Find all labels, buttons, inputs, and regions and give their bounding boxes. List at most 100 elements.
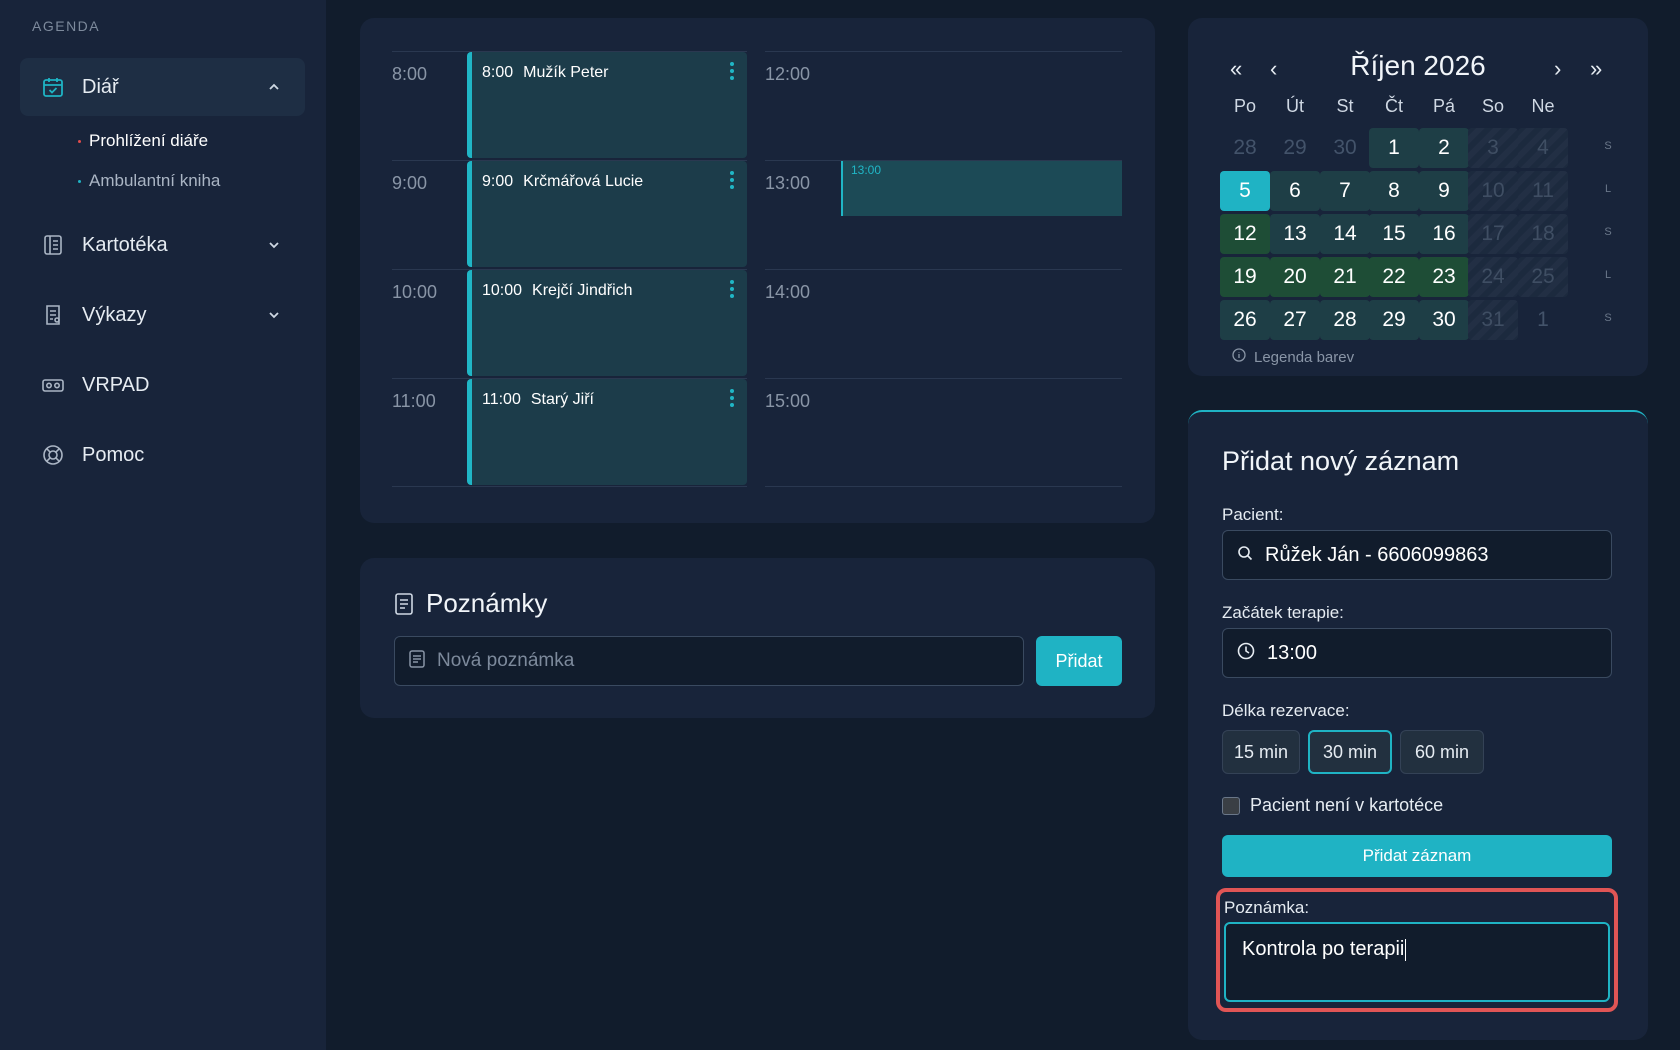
kebab-menu-icon[interactable] <box>729 60 735 82</box>
appointment-card[interactable]: 8:00 Mužík Peter <box>467 52 747 158</box>
vr-headset-icon <box>40 372 66 398</box>
hour-label: 8:00 <box>392 64 428 84</box>
chevron-up-icon <box>267 80 281 94</box>
sidebar-item-vykazy[interactable]: Výkazy <box>20 286 305 344</box>
calendar-month-title: Říjen 2026 <box>1350 50 1486 81</box>
chevron-down-icon <box>267 308 281 322</box>
calendar-day[interactable]: 29 <box>1369 300 1419 340</box>
duration-30-button[interactable]: 30 min <box>1308 730 1392 774</box>
sidebar-item-diar[interactable]: Diář <box>20 58 305 116</box>
sidebar-item-kartoteka[interactable]: Kartotéka <box>20 216 305 274</box>
weekday-header: Po <box>1233 96 1257 116</box>
calendar-day[interactable]: 22 <box>1369 257 1419 297</box>
patient-field[interactable]: Růžek Ján - 6606099863 <box>1222 530 1612 580</box>
hour-label: 12:00 <box>765 64 811 84</box>
chevron-down-icon <box>267 238 281 252</box>
memo-label: Poznámka: <box>1224 898 1310 917</box>
section-label: AGENDA <box>32 18 101 34</box>
calendar-day[interactable]: 28 <box>1320 300 1370 340</box>
duration-60-button[interactable]: 60 min <box>1400 730 1484 774</box>
new-note-input[interactable] <box>437 650 997 672</box>
appointment-card[interactable]: 10:00 Krejčí Jindřich <box>467 270 747 376</box>
sidebar-item-label: Pomoc <box>82 443 145 466</box>
color-legend-link[interactable]: Legenda barev <box>1232 348 1354 366</box>
appointment-time: 8:00 <box>482 64 514 81</box>
new-note-field[interactable] <box>394 636 1024 686</box>
appointment-patient: Krčmářová Lucie <box>523 173 644 190</box>
weekday-header: St <box>1336 96 1354 116</box>
calendar-day[interactable]: 30 <box>1419 300 1469 340</box>
calendar-day[interactable]: 8 <box>1369 171 1419 211</box>
weekday-header: So <box>1481 96 1505 116</box>
sidebar-subitem-label: Ambulantní kniha <box>89 171 221 190</box>
hour-row[interactable]: 14:00 <box>765 269 1122 378</box>
calendar-day[interactable]: 23 <box>1419 257 1469 297</box>
calendar-day[interactable]: 15 <box>1369 214 1419 254</box>
calendar-day[interactable]: 1 <box>1518 300 1568 340</box>
start-time-field[interactable]: 13:00 <box>1222 628 1612 678</box>
next-year-button[interactable]: » <box>1590 56 1602 82</box>
calendar-day[interactable]: 19 <box>1220 257 1270 297</box>
hour-row[interactable]: 15:00 <box>765 378 1122 487</box>
calendar-day[interactable]: 28 <box>1220 128 1270 168</box>
calendar-day[interactable]: 10 <box>1468 171 1518 211</box>
calendar-day[interactable]: 20 <box>1270 257 1320 297</box>
calendar-day[interactable]: 11 <box>1518 171 1568 211</box>
calendar-day[interactable]: 4 <box>1518 128 1568 168</box>
kebab-menu-icon[interactable] <box>729 169 735 191</box>
calendar-day[interactable]: 9 <box>1419 171 1469 211</box>
calendar-day[interactable]: 14 <box>1320 214 1370 254</box>
calendar-day[interactable]: 18 <box>1518 214 1568 254</box>
calendar-day[interactable]: 1 <box>1369 128 1419 168</box>
memo-text: Kontrola po terapii <box>1242 938 1405 960</box>
info-icon <box>1232 348 1246 366</box>
duration-15-button[interactable]: 15 min <box>1222 730 1300 774</box>
next-month-button[interactable]: › <box>1554 56 1561 82</box>
bullet-dot <box>78 139 81 143</box>
appointment-time: 10:00 <box>482 282 523 299</box>
start-label: Začátek terapie: <box>1222 603 1344 622</box>
hour-row[interactable]: 12:00 <box>765 51 1122 160</box>
calendar-day[interactable]: 17 <box>1468 214 1518 254</box>
schedule-panel: 8:00 9:00 10:00 11:00 12:00 13:00 14:00 … <box>360 18 1155 523</box>
calendar-day[interactable]: 25 <box>1518 257 1568 297</box>
sidebar-item-label: Diář <box>82 75 119 98</box>
calendar-day[interactable]: 13 <box>1270 214 1320 254</box>
calendar-day[interactable]: 7 <box>1320 171 1370 211</box>
memo-highlight: Poznámka: Kontrola po terapii <box>1216 888 1618 1012</box>
hour-label: 11:00 <box>392 391 436 411</box>
add-record-form: Přidat nový záznam Pacient: Růžek Ján - … <box>1188 410 1648 1040</box>
calendar-day[interactable]: 3 <box>1468 128 1518 168</box>
calendar-day[interactable]: 16 <box>1419 214 1469 254</box>
add-note-button[interactable]: Přidat <box>1036 636 1122 686</box>
new-slot-highlight[interactable]: 13:00 <box>841 161 1122 216</box>
calendar-day[interactable]: 29 <box>1270 128 1320 168</box>
calendar-day[interactable]: 26 <box>1220 300 1270 340</box>
week-side-letter: S <box>1604 312 1612 324</box>
not-in-card-index-checkbox[interactable] <box>1222 796 1240 815</box>
kebab-menu-icon[interactable] <box>729 387 735 409</box>
calendar-day[interactable]: 5 <box>1220 171 1270 211</box>
calendar-day[interactable]: 12 <box>1220 214 1270 254</box>
sidebar-item-pomoc[interactable]: Pomoc <box>20 426 305 484</box>
add-record-button[interactable]: Přidat záznam <box>1222 835 1612 877</box>
report-icon <box>40 302 66 328</box>
memo-textarea[interactable]: Kontrola po terapii <box>1224 922 1610 1002</box>
calendar-day[interactable]: 31 <box>1468 300 1518 340</box>
calendar-day[interactable]: 24 <box>1468 257 1518 297</box>
kebab-menu-icon[interactable] <box>729 278 735 300</box>
sidebar-subitem-ambulantni-kniha[interactable]: Ambulantní kniha <box>78 171 220 191</box>
calendar-day[interactable]: 2 <box>1419 128 1469 168</box>
calendar-day[interactable]: 30 <box>1320 128 1370 168</box>
sidebar-subitem-prohlizeni[interactable]: Prohlížení diáře <box>78 131 208 151</box>
weekday-header: Pá <box>1432 96 1456 116</box>
calendar-day[interactable]: 6 <box>1270 171 1320 211</box>
month-calendar: « ‹ Říjen 2026 › » Po Út St Čt Pá So Ne 28 29 30 1… <box>1188 18 1648 376</box>
calendar-day[interactable]: 27 <box>1270 300 1320 340</box>
sidebar-item-vrpad[interactable]: VRPAD <box>20 356 305 414</box>
appointment-patient: Mužík Peter <box>523 64 609 81</box>
calendar-day[interactable]: 21 <box>1320 257 1370 297</box>
appointment-card[interactable]: 11:00 Starý Jiří <box>467 379 747 485</box>
appointment-card[interactable]: 9:00 Krčmářová Lucie <box>467 161 747 267</box>
patient-value: Růžek Ján - 6606099863 <box>1265 543 1489 566</box>
